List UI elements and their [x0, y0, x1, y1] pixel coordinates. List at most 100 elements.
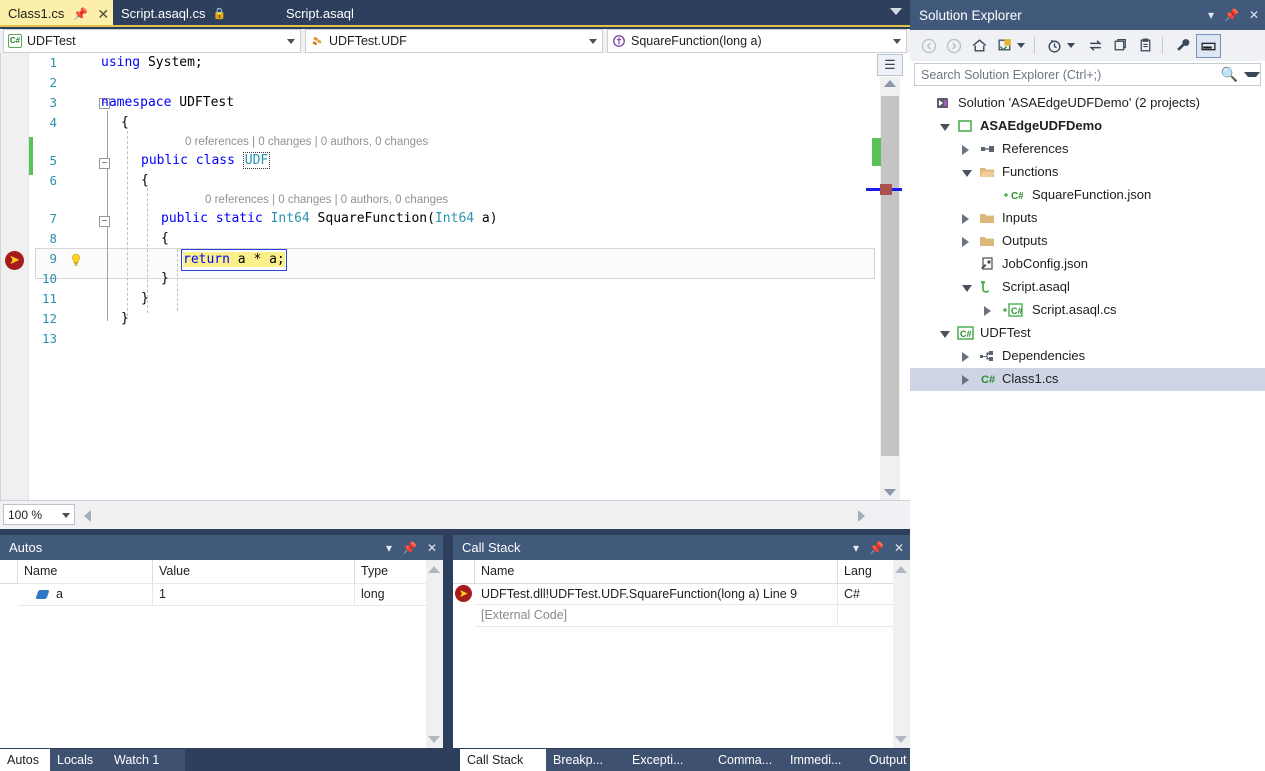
collapsed-twisty-icon[interactable]: [984, 306, 991, 316]
scroll-up-arrow-icon[interactable]: [428, 566, 440, 573]
code-line[interactable]: }: [161, 269, 169, 289]
tree-item-class1-cs[interactable]: C#Class1.cs: [910, 368, 1265, 391]
pin-icon[interactable]: 📌: [1224, 9, 1239, 21]
expanded-twisty-icon[interactable]: [940, 124, 950, 131]
pin-icon[interactable]: 📌: [73, 8, 88, 20]
code-line[interactable]: public static Int64 SquareFunction(Int64…: [161, 209, 498, 229]
autos-header-value[interactable]: Value: [153, 560, 355, 583]
solution-explorer-search-box[interactable]: 🔍: [914, 63, 1261, 86]
tree-item-jobconfig-json[interactable]: JobConfig.json: [910, 253, 1265, 276]
tree-item-inputs[interactable]: Inputs: [910, 207, 1265, 230]
autos-header-name[interactable]: Name: [18, 560, 153, 583]
scroll-up-arrow-icon[interactable]: [884, 80, 896, 87]
close-icon[interactable]: ✕: [427, 542, 437, 554]
editor-horizontal-scrollbar[interactable]: [80, 504, 870, 525]
codelens-annotation[interactable]: 0 references | 0 changes | 0 authors, 0 …: [205, 191, 448, 209]
panel-menu-chevron-down-icon[interactable]: ▾: [853, 542, 859, 554]
panel-menu-chevron-down-icon[interactable]: ▾: [1208, 9, 1214, 21]
solution-tree[interactable]: Solution 'ASAEdgeUDFDemo' (2 projects)AS…: [910, 92, 1265, 747]
collapsed-twisty-icon[interactable]: [962, 145, 969, 155]
close-icon[interactable]: ✕: [1249, 9, 1259, 21]
sync-with-active-document-icon[interactable]: [1084, 34, 1106, 57]
panel-menu-chevron-down-icon[interactable]: ▾: [386, 542, 392, 554]
close-icon[interactable]: ✕: [894, 542, 904, 554]
preview-selected-items-icon[interactable]: [1196, 34, 1221, 58]
autos-vertical-scrollbar[interactable]: [426, 560, 443, 748]
code-line[interactable]: public class UDF: [141, 151, 270, 171]
code-line[interactable]: }: [121, 309, 129, 329]
collapsed-twisty-icon[interactable]: [962, 375, 969, 385]
expanded-twisty-icon[interactable]: [940, 331, 950, 338]
forward-icon[interactable]: [943, 34, 965, 57]
call-stack-header-lang[interactable]: Lang: [838, 560, 893, 583]
tree-item-references[interactable]: References: [910, 138, 1265, 161]
debug-tab-watch-1[interactable]: Watch 1: [107, 749, 185, 771]
tab-class1-cs[interactable]: Class1.cs 📌 ✕: [0, 0, 113, 27]
tree-item-solution-asaedgeudfdemo-2-projects[interactable]: Solution 'ASAEdgeUDFDemo' (2 projects): [910, 92, 1265, 115]
autos-row-a[interactable]: a 1 long: [0, 584, 426, 605]
zoom-level-dropdown[interactable]: 100 %: [3, 504, 75, 525]
project-dropdown[interactable]: C# UDFTest: [3, 29, 301, 53]
scroll-up-arrow-icon[interactable]: [895, 566, 907, 573]
tab-script-asaql-cs[interactable]: Script.asaql.cs 🔒: [113, 0, 278, 27]
tree-item-udftest[interactable]: C#UDFTest: [910, 322, 1265, 345]
codelens-annotation[interactable]: 0 references | 0 changes | 0 authors, 0 …: [185, 133, 428, 151]
type-dropdown[interactable]: UDFTest.UDF: [305, 29, 603, 53]
expanded-twisty-icon[interactable]: [962, 285, 972, 292]
tree-item-functions[interactable]: Functions: [910, 161, 1265, 184]
tab-script-asaql[interactable]: Script.asaql: [278, 0, 435, 27]
debug-tab-call-stack[interactable]: Call Stack: [460, 749, 560, 771]
code-line[interactable]: namespace UDFTest: [101, 93, 234, 113]
scroll-down-arrow-icon[interactable]: [884, 489, 896, 496]
search-options-chevron-down-icon[interactable]: [1244, 72, 1260, 77]
tree-item-squarefunction-json[interactable]: C#SquareFunction.json: [910, 184, 1265, 207]
code-editor[interactable]: − − − ➤ 1using System;23namespace UDFTes…: [0, 53, 911, 500]
code-line[interactable]: {: [161, 229, 169, 249]
scroll-down-arrow-icon[interactable]: [428, 736, 440, 743]
new-folder-dropdown-chevron-down-icon[interactable]: [1014, 34, 1028, 57]
scroll-down-arrow-icon[interactable]: [895, 736, 907, 743]
pending-changes-dropdown-chevron-down-icon[interactable]: [1064, 34, 1078, 57]
autos-header-type[interactable]: Type: [355, 560, 425, 583]
autos-cell-value[interactable]: 1: [153, 584, 355, 605]
code-line[interactable]: }: [141, 289, 149, 309]
code-line[interactable]: {: [141, 171, 149, 191]
tab-overflow-chevron-down-icon[interactable]: [890, 8, 902, 15]
pin-icon[interactable]: 📌: [402, 542, 417, 554]
tree-item-script-asaql-cs[interactable]: C#Script.asaql.cs: [910, 299, 1265, 322]
tree-item-script-asaql[interactable]: Script.asaql: [910, 276, 1265, 299]
show-all-files-icon[interactable]: [1109, 34, 1131, 57]
expanded-twisty-icon[interactable]: [962, 170, 972, 177]
search-icon[interactable]: 🔍: [1221, 66, 1244, 83]
tree-item-outputs[interactable]: Outputs: [910, 230, 1265, 253]
pin-icon[interactable]: 📌: [869, 542, 884, 554]
call-stack-vertical-scrollbar[interactable]: [893, 560, 910, 748]
collapsed-twisty-icon[interactable]: [962, 237, 969, 247]
split-view-button[interactable]: ☰: [877, 54, 903, 76]
scrollbar-thumb[interactable]: [881, 96, 899, 456]
collapsed-twisty-icon[interactable]: [962, 352, 969, 362]
home-icon[interactable]: [968, 34, 990, 57]
search-input[interactable]: [915, 67, 1221, 83]
code-line[interactable]: using System;: [101, 53, 203, 73]
tree-item-asaedgeudfdemo[interactable]: ASAEdgeUDFDemo: [910, 115, 1265, 138]
scroll-left-arrow-icon[interactable]: [84, 510, 91, 522]
code-line[interactable]: {: [121, 113, 129, 133]
back-icon[interactable]: [918, 34, 940, 57]
member-dropdown[interactable]: SquareFunction(long a): [607, 29, 907, 53]
call-stack-row-external[interactable]: [External Code]: [453, 605, 893, 626]
close-icon[interactable]: ✕: [97, 7, 109, 21]
debug-tab-excepti[interactable]: Excepti...: [625, 749, 725, 771]
code-line-current[interactable]: return a * a;: [181, 249, 287, 271]
pending-changes-icon[interactable]: [1043, 34, 1065, 57]
refresh-icon[interactable]: [1134, 34, 1156, 57]
tree-item-label: Class1.cs: [1002, 371, 1058, 386]
call-stack-header-name[interactable]: Name: [475, 560, 838, 583]
call-stack-row-current[interactable]: ➤ UDFTest.dll!UDFTest.UDF.SquareFunction…: [453, 584, 893, 605]
properties-wrench-icon[interactable]: [1171, 34, 1193, 57]
code-text-area[interactable]: 1using System;23namespace UDFTest4{0 ref…: [1, 53, 867, 500]
collapsed-twisty-icon[interactable]: [962, 214, 969, 224]
tree-item-dependencies[interactable]: Dependencies: [910, 345, 1265, 368]
scroll-right-arrow-icon[interactable]: [858, 510, 865, 522]
new-folder-icon[interactable]: [994, 34, 1016, 57]
